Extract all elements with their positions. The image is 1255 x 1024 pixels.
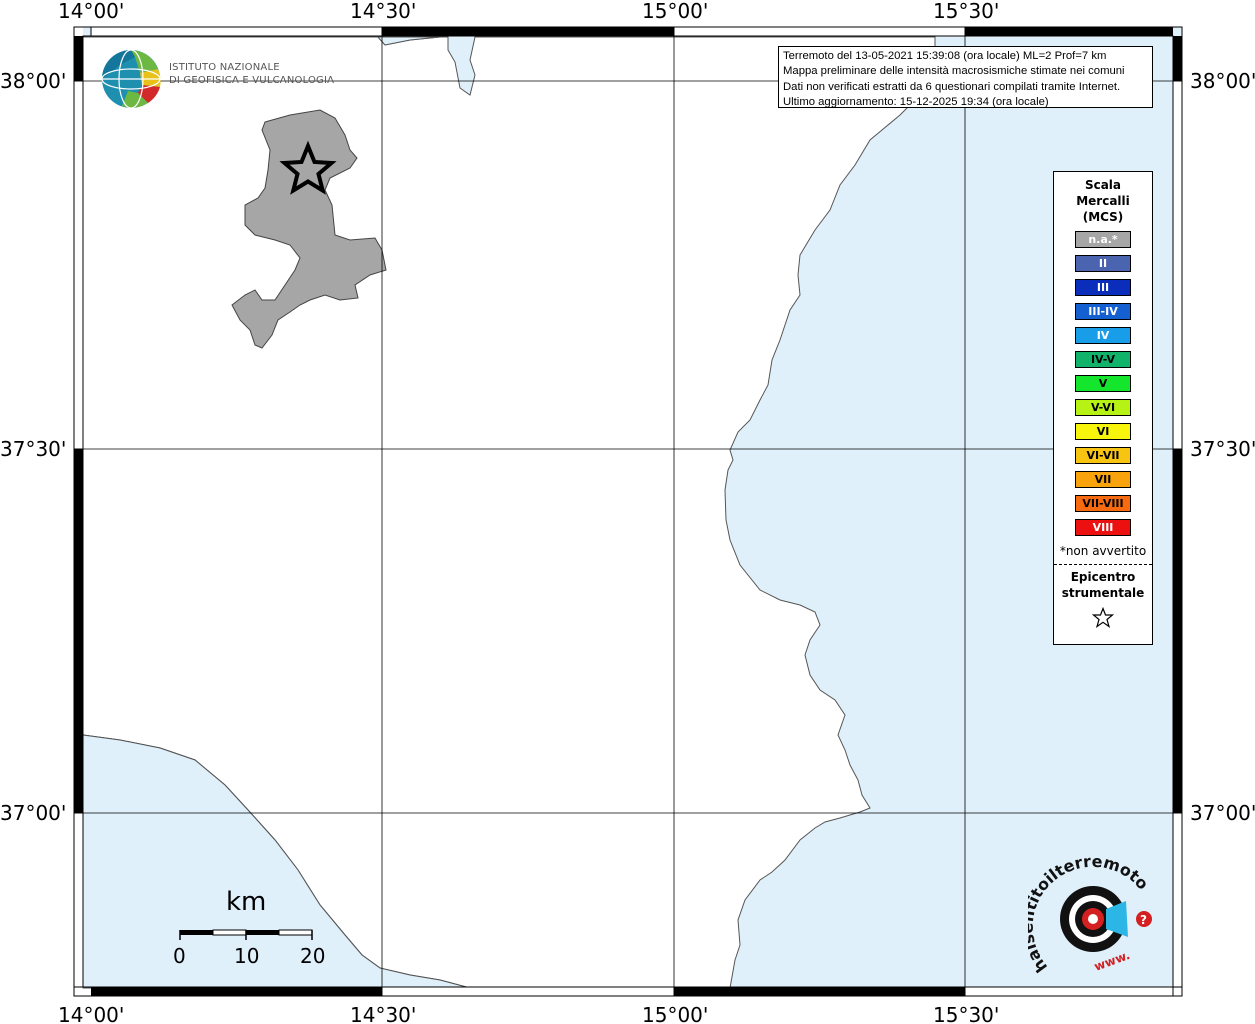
legend-epicenter-line2: strumentale [1061, 586, 1145, 600]
legend-epicenter-star-icon [1054, 606, 1152, 633]
ingv-logo-line1: ISTITUTO NAZIONALE [169, 62, 280, 73]
legend-item: IV-V [1075, 351, 1131, 368]
info-line-event: Terremoto del 13-05-2021 15:39:08 (ora l… [783, 50, 1107, 62]
lon-label-bottom-4: 15°30' [933, 1003, 999, 1024]
haisentito-logo: ? haisentitoilterremoto.it www. [1018, 842, 1163, 977]
info-line-last-update: Ultimo aggiornamento: 15-12-2025 19:34 (… [783, 95, 1049, 108]
lon-label-bottom-2: 14°30' [350, 1003, 416, 1024]
info-line-data-source: Dati non verificati estratti da 6 questi… [783, 80, 1121, 93]
legend-title: Scala Mercalli (MCS) [1054, 177, 1152, 225]
legend-separator [1054, 564, 1152, 565]
lat-label-left-1: 38°00' [0, 69, 66, 93]
lat-label-left-3: 37°00' [0, 801, 66, 825]
legend-title-line2: Mercalli [1076, 194, 1130, 208]
legend-title-line3: (MCS) [1082, 210, 1124, 224]
legend-item: II [1075, 255, 1131, 272]
legend-items: n.a.* II III III-IV IV IV-V V V-VI VI VI-VII VII VI… [1054, 231, 1152, 536]
scale-bar-label-0: 0 [173, 944, 186, 968]
legend-item: VII-VIII [1075, 495, 1131, 512]
ingv-globe-icon [101, 49, 161, 109]
lon-label-bottom-3: 15°00' [642, 1003, 708, 1024]
haisentito-logo-prefix: www. [1092, 948, 1132, 974]
lon-label-bottom-1: 14°00' [58, 1003, 124, 1024]
svg-text:?: ? [1140, 913, 1147, 927]
lon-label-top-4: 15°30' [933, 0, 999, 23]
legend-item: V-VI [1075, 399, 1131, 416]
legend-epicenter-line1: Epicentro [1070, 570, 1136, 584]
legend-note: *non avvertito [1059, 544, 1147, 558]
lon-label-top-1: 14°00' [58, 0, 124, 23]
legend-item: III-IV [1075, 303, 1131, 320]
scale-bar-label-10: 10 [234, 944, 260, 968]
scale-bar-label-20: 20 [300, 944, 326, 968]
ingv-logo-line2: DI GEOFISICA E VULCANOLOGIA [169, 75, 335, 86]
legend-title-line1: Scala [1084, 178, 1122, 192]
legend-item: VII [1075, 471, 1131, 488]
legend-item: VI [1075, 423, 1131, 440]
legend-item: V [1075, 375, 1131, 392]
scale-bar-unit: km [226, 887, 267, 917]
earthquake-info-box: Terremoto del 13-05-2021 15:39:08 (ora l… [778, 46, 1153, 108]
lat-label-right-1: 38°00' [1190, 69, 1255, 93]
ingv-logo-text: ISTITUTO NAZIONALE DI GEOFISICA E VULCAN… [169, 61, 334, 87]
mcs-legend: Scala Mercalli (MCS) n.a.* II III III-IV IV I… [1053, 171, 1153, 645]
haisentito-target-icon: ? [1060, 886, 1152, 952]
legend-item: VI-VII [1075, 447, 1131, 464]
legend-epicenter-label: Epicentro strumentale [1054, 569, 1152, 601]
lat-label-left-2: 37°30' [0, 437, 66, 461]
lat-label-right-3: 37°00' [1190, 801, 1255, 825]
lon-label-top-2: 14°30' [350, 0, 416, 23]
legend-item: n.a.* [1075, 231, 1131, 248]
lat-label-right-2: 37°30' [1190, 437, 1255, 461]
lon-label-top-3: 15°00' [642, 0, 708, 23]
info-line-map-description: Mappa preliminare delle intensità macros… [783, 65, 1125, 78]
legend-item: IV [1075, 327, 1131, 344]
legend-item: VIII [1075, 519, 1131, 536]
legend-item: III [1075, 279, 1131, 296]
